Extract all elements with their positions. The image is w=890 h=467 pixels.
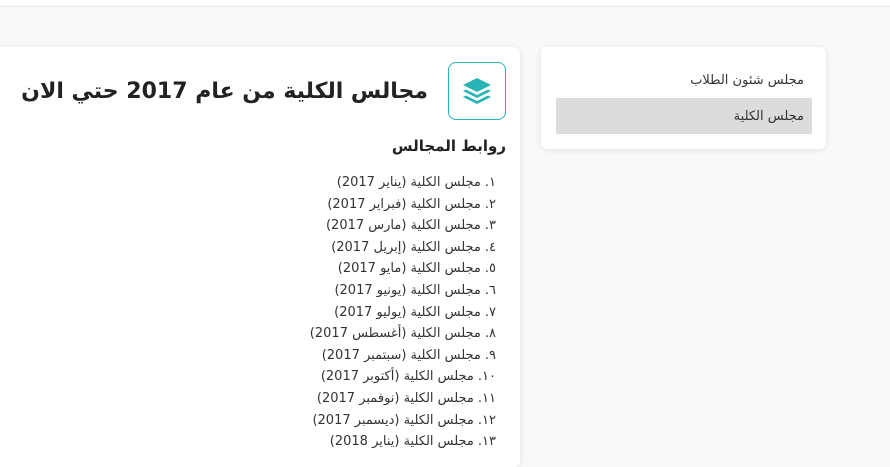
- list-item-number: ٤.: [484, 239, 496, 255]
- list-item-number: ٨.: [484, 326, 496, 342]
- council-link-label[interactable]: مجلس الكلية (أكتوبر 2017): [321, 369, 474, 384]
- page-title: مجالس الكلية من عام 2017 حتي الان: [21, 78, 428, 104]
- council-link-label[interactable]: مجلس الكلية (فبراير 2017): [327, 197, 481, 212]
- main-content-card: مجالس الكلية من عام 2017 حتي الان روابط …: [0, 47, 520, 467]
- council-link-item[interactable]: ٦. مجلس الكلية (يونيو 2017): [310, 280, 496, 302]
- council-link-label[interactable]: مجلس الكلية (مارس 2017): [326, 218, 481, 233]
- council-link-label[interactable]: مجلس الكلية (يناير 2018): [330, 434, 474, 449]
- list-item-number: ٦.: [484, 282, 496, 298]
- list-item-number: ٩.: [484, 347, 496, 363]
- council-link-item[interactable]: ٥.مجلس الكلية (مايو 2017): [310, 258, 496, 280]
- list-item-number: ١٣.: [477, 434, 496, 450]
- list-item-number: ١٢.: [477, 412, 496, 428]
- council-link-item[interactable]: ١٢. مجلس الكلية (ديسمبر 2017): [310, 410, 496, 432]
- list-item-number: ٣.: [484, 218, 496, 234]
- council-link-label[interactable]: مجلس الكلية (إبريل 2017): [331, 240, 481, 255]
- sidebar-item-student-affairs-council[interactable]: مجلس شئون الطلاب: [556, 62, 812, 98]
- section-title: روابط المجالس: [391, 137, 506, 155]
- council-link-item[interactable]: ١٠.مجلس الكلية (أكتوبر 2017): [310, 366, 496, 388]
- council-link-label[interactable]: مجلس الكلية (مايو 2017): [338, 261, 481, 276]
- sidebar-item-faculty-council[interactable]: مجلس الكلية: [556, 98, 812, 134]
- council-link-label[interactable]: مجلس الكلية (نوفمبر 2017): [317, 391, 474, 406]
- page-header: مجالس الكلية من عام 2017 حتي الان: [21, 62, 506, 120]
- council-links-list: ١.مجلس الكلية (يناير 2017) ٢.مجلس الكلية …: [310, 172, 496, 453]
- list-item-number: ١.: [484, 175, 496, 190]
- council-link-item[interactable]: ٨.مجلس الكلية (أغسطس 2017): [310, 323, 496, 345]
- council-link-item[interactable]: ٢.مجلس الكلية (فبراير 2017): [310, 194, 496, 216]
- list-item-number: ٥.: [484, 261, 496, 277]
- council-link-label[interactable]: مجلس الكلية (أغسطس 2017): [310, 326, 481, 341]
- list-item-number: ٢.: [484, 196, 496, 212]
- layers-icon: [448, 62, 506, 120]
- council-link-item[interactable]: ١١.مجلس الكلية (نوفمبر 2017): [310, 388, 496, 410]
- council-link-item[interactable]: ١.مجلس الكلية (يناير 2017): [310, 172, 496, 194]
- council-link-label[interactable]: مجلس الكلية (يناير 2017): [337, 175, 481, 190]
- list-item-number: ٧.: [484, 304, 496, 320]
- council-link-label[interactable]: مجلس الكلية (ديسمبر 2017): [312, 413, 473, 428]
- council-link-label[interactable]: مجلس الكلية (يونيو 2017): [334, 283, 480, 298]
- council-link-label[interactable]: مجلس الكلية (سبتمبر 2017): [322, 348, 481, 363]
- list-item-number: ١٠.: [477, 369, 496, 385]
- layers-icon-svg: [463, 78, 491, 104]
- council-link-label[interactable]: مجلس الكلية (يوليو 2017): [334, 305, 481, 320]
- list-item-number: ١١.: [477, 390, 496, 406]
- council-link-item[interactable]: ٣.مجلس الكلية (مارس 2017): [310, 215, 496, 237]
- council-link-item[interactable]: ٧.مجلس الكلية (يوليو 2017): [310, 302, 496, 324]
- council-link-item[interactable]: ٤.مجلس الكلية (إبريل 2017): [310, 237, 496, 259]
- council-link-item[interactable]: ٩.مجلس الكلية (سبتمبر 2017): [310, 345, 496, 367]
- top-navbar: [0, 0, 890, 7]
- council-link-item[interactable]: ١٣.مجلس الكلية (يناير 2018): [310, 431, 496, 453]
- sidebar-card: مجلس شئون الطلاب مجلس الكلية: [541, 47, 826, 149]
